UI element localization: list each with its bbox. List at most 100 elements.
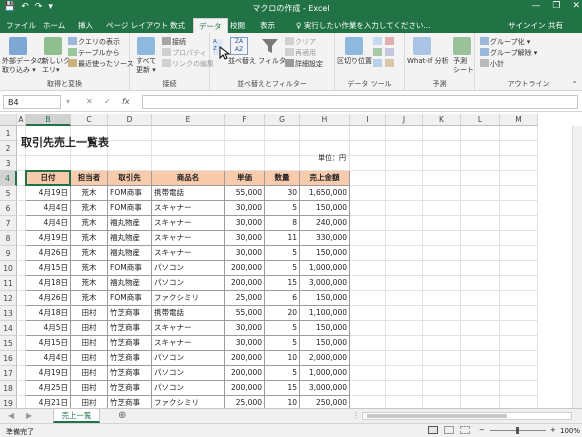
cancel-entry-icon[interactable]: ✕ [86, 97, 93, 106]
table-header-cell[interactable]: 単価 [225, 171, 265, 186]
row-header-3[interactable]: 3 [0, 156, 17, 171]
grid-cell[interactable] [461, 126, 500, 141]
grid-cell[interactable] [108, 141, 152, 156]
grid-cell[interactable] [423, 171, 461, 186]
grid-cell[interactable] [500, 231, 538, 246]
grid-cell[interactable] [461, 171, 500, 186]
row-header-7[interactable]: 7 [0, 216, 17, 231]
table-cell[interactable]: 荒木 [71, 201, 108, 216]
next-sheet-icon[interactable]: ▶ [26, 411, 32, 420]
collapse-ribbon-icon[interactable]: ⌃ [571, 80, 578, 89]
grid-cell[interactable] [17, 321, 26, 336]
table-cell[interactable]: 4月19日 [26, 231, 71, 246]
prev-sheet-icon[interactable]: ◀ [8, 411, 14, 420]
grid-cell[interactable] [461, 351, 500, 366]
table-cell[interactable]: スキャナー [152, 246, 225, 261]
table-cell[interactable]: 4月19日 [26, 186, 71, 201]
grid-cell[interactable] [386, 291, 423, 306]
new-query-button[interactable]: 新しいク エリ▾ [42, 57, 70, 75]
consolidate-icon[interactable] [385, 48, 394, 56]
table-cell[interactable]: 55,000 [225, 306, 265, 321]
grid-cell[interactable] [500, 261, 538, 276]
table-cell[interactable]: 5 [265, 366, 300, 381]
grid-cell[interactable] [423, 216, 461, 231]
grid-cell[interactable] [265, 126, 300, 141]
grid-cell[interactable] [386, 216, 423, 231]
table-cell[interactable]: 田村 [71, 306, 108, 321]
confirm-entry-icon[interactable]: ✓ [104, 97, 111, 106]
grid-cell[interactable] [500, 351, 538, 366]
data-validation-icon[interactable] [373, 48, 382, 56]
table-cell[interactable]: 200,000 [225, 351, 265, 366]
table-cell[interactable]: 5 [265, 261, 300, 276]
grid-cell[interactable] [350, 261, 386, 276]
row-header-8[interactable]: 8 [0, 231, 17, 246]
table-cell[interactable]: 200,000 [225, 381, 265, 396]
grid-cell[interactable] [225, 156, 265, 171]
table-cell[interactable]: 25,000 [225, 291, 265, 306]
table-cell[interactable]: 田村 [71, 381, 108, 396]
table-cell[interactable]: 4月26日 [26, 291, 71, 306]
grid-cell[interactable] [17, 201, 26, 216]
column-header-b[interactable]: B [26, 114, 71, 126]
grid-cell[interactable] [386, 141, 423, 156]
grid-cell[interactable] [461, 291, 500, 306]
grid-cell[interactable] [386, 306, 423, 321]
text-to-columns-button[interactable]: 区切り位置 [337, 57, 372, 66]
table-cell[interactable]: 3,000,000 [300, 276, 350, 291]
tab-formulas[interactable]: 数式 [170, 20, 185, 31]
zoom-slider-thumb[interactable] [516, 427, 519, 434]
select-all-corner[interactable] [0, 114, 17, 126]
table-cell[interactable]: 30,000 [225, 321, 265, 336]
table-cell[interactable]: 15 [265, 276, 300, 291]
grid-cell[interactable] [225, 141, 265, 156]
table-cell[interactable]: 4月15日 [26, 336, 71, 351]
grid-cell[interactable] [500, 171, 538, 186]
relationships-icon[interactable] [373, 59, 382, 67]
grid-cell[interactable] [423, 231, 461, 246]
row-header-10[interactable]: 10 [0, 261, 17, 276]
table-cell[interactable]: 8 [265, 216, 300, 231]
table-cell[interactable]: 携帯電話 [152, 306, 225, 321]
grid-cell[interactable] [423, 366, 461, 381]
grid-cell[interactable] [17, 216, 26, 231]
table-cell[interactable]: 1,000,000 [300, 261, 350, 276]
table-header-cell[interactable]: 取引先 [108, 171, 152, 186]
table-cell[interactable]: FOM商事 [108, 261, 152, 276]
grid-cell[interactable] [386, 171, 423, 186]
normal-view-icon[interactable] [428, 426, 438, 434]
row-header-5[interactable]: 5 [0, 186, 17, 201]
grid-cell[interactable] [500, 216, 538, 231]
vertical-scrollbar[interactable] [572, 126, 582, 408]
table-cell[interactable]: ファクシミリ [152, 291, 225, 306]
show-queries-button[interactable]: クエリの表示 [68, 37, 120, 47]
grid-cell[interactable] [300, 126, 350, 141]
table-cell[interactable]: 240,000 [300, 216, 350, 231]
table-cell[interactable]: 荒木 [71, 231, 108, 246]
grid-cell[interactable] [461, 246, 500, 261]
grid-cell[interactable] [386, 156, 423, 171]
grid-cell[interactable] [423, 141, 461, 156]
grid-cell[interactable] [265, 141, 300, 156]
grid-cell[interactable] [423, 306, 461, 321]
tab-home[interactable]: ホーム [43, 20, 65, 31]
grid-cell[interactable] [152, 126, 225, 141]
table-cell[interactable]: 150,000 [300, 246, 350, 261]
grid-cell[interactable] [350, 141, 386, 156]
table-cell[interactable]: スキャナー [152, 321, 225, 336]
table-cell[interactable]: 竹芝商事 [108, 336, 152, 351]
table-cell[interactable]: パソコン [152, 351, 225, 366]
table-cell[interactable]: FOM商事 [108, 291, 152, 306]
zoom-level[interactable]: 100% [560, 427, 580, 435]
tab-file[interactable]: ファイル [6, 20, 36, 31]
subtotal-button[interactable]: 小計 [480, 59, 504, 69]
table-cell[interactable]: 荒木 [71, 186, 108, 201]
table-header-cell[interactable]: 商品名 [152, 171, 225, 186]
tell-me-search[interactable]: ♀ 実行したい作業を入力してください... [296, 20, 431, 31]
sheet-title-cell[interactable]: 取引先売上一覧表 [21, 134, 109, 150]
split-handle-icon[interactable]: ⋮ [352, 411, 360, 420]
row-header-6[interactable]: 6 [0, 201, 17, 216]
table-cell[interactable]: FOM商事 [108, 186, 152, 201]
properties-button[interactable]: プロパティ [162, 48, 207, 58]
table-cell[interactable]: 荒木 [71, 291, 108, 306]
